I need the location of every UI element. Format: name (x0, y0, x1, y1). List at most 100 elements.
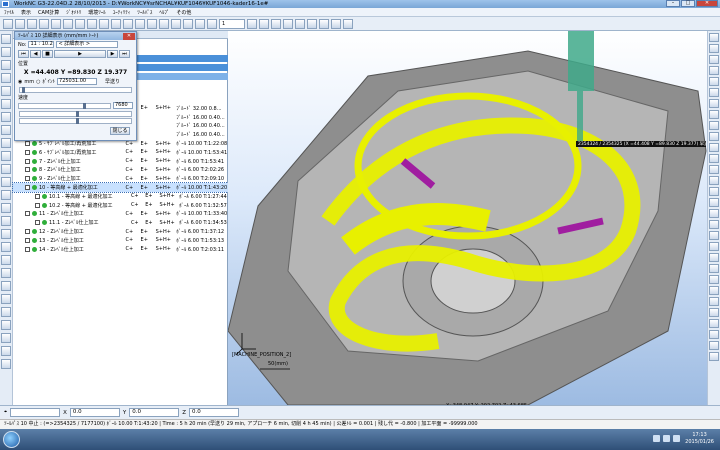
left-tool-icon[interactable] (1, 34, 11, 44)
toolbar-button-icon[interactable] (123, 18, 133, 29)
left-tool-icon[interactable] (1, 294, 11, 304)
row-checkbox[interactable] (25, 176, 30, 182)
left-tool-icon[interactable] (1, 268, 11, 278)
toolbar-button-icon[interactable] (343, 18, 353, 29)
point-field[interactable]: 725031.00 (57, 78, 98, 85)
range-slider-thumb[interactable] (76, 118, 79, 124)
step-back-button[interactable]: ◀ (30, 50, 41, 58)
toolbar-button-icon[interactable] (27, 18, 37, 29)
speed-field[interactable]: 7680 (113, 102, 133, 109)
progress-slider[interactable] (19, 111, 132, 117)
menu-item[interactable]: ﾍﾙﾌﾟ (159, 9, 169, 16)
right-tool-icon[interactable] (709, 187, 719, 196)
toolbar-button-icon[interactable] (283, 18, 293, 29)
y-field[interactable]: 0.0 (129, 408, 180, 417)
snap-mode-select[interactable] (10, 408, 61, 417)
menu-item[interactable]: CAM計算 (38, 9, 59, 16)
toolbar-button-icon[interactable] (51, 18, 61, 29)
row-checkbox[interactable] (25, 185, 30, 191)
right-tool-icon[interactable] (709, 264, 719, 273)
snap-icon[interactable]: ⌖ (4, 409, 7, 416)
menu-item[interactable]: ﾌｧｲﾙ (4, 9, 14, 16)
x-field[interactable]: 0.0 (69, 408, 120, 417)
point-radio-icon[interactable]: ○ (36, 79, 40, 85)
toolbar-button-icon[interactable] (183, 18, 193, 29)
toolbar-button-icon[interactable] (99, 18, 109, 29)
right-tool-icon[interactable] (709, 308, 719, 317)
go-start-button[interactable]: ⏮ (18, 50, 29, 58)
toolbar-button-icon[interactable] (135, 18, 145, 29)
right-tool-icon[interactable] (709, 275, 719, 284)
toolbar-button-icon[interactable] (75, 18, 85, 29)
toolbar-button-icon[interactable] (87, 18, 97, 29)
right-tool-icon[interactable] (709, 66, 719, 75)
row-checkbox[interactable] (25, 141, 30, 147)
toolbar-button-icon[interactable] (63, 18, 73, 29)
toolpath-row[interactable]: 10 - 等高線 + 最適化加工 C+ E+ S+H+ ﾎﾞｰﾙ 10.00 T:1:4… (12, 182, 229, 193)
left-tool-icon[interactable] (1, 281, 11, 291)
right-tool-icon[interactable] (709, 242, 719, 251)
volume-icon[interactable] (673, 435, 680, 442)
right-tool-icon[interactable] (709, 121, 719, 130)
toolbar-button-icon[interactable] (3, 18, 13, 29)
toolbar-button-icon[interactable] (39, 18, 49, 29)
left-tool-icon[interactable] (1, 125, 11, 135)
row-checkbox[interactable] (35, 193, 40, 199)
toolpath-row[interactable]: 10.2 - 等高線 + 最適化加工 C+ E+ S+H+ ﾎﾞｰﾙ 6.00 T:1:… (13, 201, 228, 210)
toolpath-number-field[interactable]: 11 : 10.2 (28, 41, 55, 48)
left-tool-icon[interactable] (1, 307, 11, 317)
toolbar-button-icon[interactable] (171, 18, 181, 29)
position-slider-thumb[interactable] (22, 87, 25, 93)
left-tool-icon[interactable] (1, 60, 11, 70)
right-tool-icon[interactable] (709, 88, 719, 97)
toolpath-row[interactable]: 11.1 - Zﾚﾍﾞﾙ仕上加工 C+ E+ S+H+ ﾎﾞｰﾙ 6.00 T:1:34… (13, 218, 228, 227)
right-tool-icon[interactable] (709, 132, 719, 141)
menu-item[interactable]: ｼﾞｵﾒﾄﾘ (66, 9, 81, 16)
close-button[interactable]: ✕ (696, 0, 718, 7)
row-checkbox[interactable] (25, 149, 30, 155)
progress-slider-thumb[interactable] (76, 111, 79, 117)
left-tool-icon[interactable] (1, 47, 11, 57)
toolbar-button-icon[interactable] (195, 18, 205, 29)
row-checkbox[interactable] (25, 167, 30, 173)
toolbar-button-icon[interactable] (331, 18, 341, 29)
toolpath-row[interactable]: 7 - Zﾚﾍﾞﾙ仕上加工 C+ E+ S+H+ ﾎﾞｰﾙ 6.00 T:1:53:41 (13, 157, 228, 166)
left-tool-icon[interactable] (1, 138, 11, 148)
right-tool-icon[interactable] (709, 220, 719, 229)
left-tool-icon[interactable] (1, 216, 11, 226)
z-field[interactable]: 0.0 (189, 408, 240, 417)
play-button[interactable]: ▶ (54, 50, 106, 58)
toolbar-button-icon[interactable] (147, 18, 157, 29)
row-checkbox[interactable] (25, 211, 30, 217)
toolpath-row[interactable]: 12 - Zﾚﾍﾞﾙ仕上加工 C+ E+ S+H+ ﾎﾞｰﾙ 6.00 T:1:37:1… (13, 227, 228, 236)
row-checkbox[interactable] (35, 220, 40, 226)
right-tool-icon[interactable] (709, 209, 719, 218)
left-tool-icon[interactable] (1, 346, 11, 356)
right-tool-icon[interactable] (709, 297, 719, 306)
start-button[interactable] (3, 431, 20, 448)
speed-slider-thumb[interactable] (83, 102, 86, 109)
left-tool-icon[interactable] (1, 112, 11, 122)
right-tool-icon[interactable] (709, 198, 719, 207)
network-icon[interactable] (663, 435, 670, 442)
toolbar-button-icon[interactable] (295, 18, 305, 29)
dialog-close-icon[interactable]: ✕ (123, 32, 135, 40)
maximize-button[interactable]: □ (681, 0, 695, 7)
right-tool-icon[interactable] (709, 55, 719, 64)
right-tool-icon[interactable] (709, 231, 719, 240)
position-slider[interactable] (19, 87, 132, 93)
menu-item[interactable]: ﾕｰﾃｨﾘﾃｨ (113, 9, 131, 16)
step-forward-button[interactable]: ▶ (107, 50, 118, 58)
right-tool-icon[interactable] (709, 341, 719, 350)
menu-item[interactable]: ﾂｰﾙﾊﾟｽ (137, 9, 152, 16)
menu-item[interactable]: 環境ﾂｰﾙ (88, 9, 106, 16)
toolpath-row[interactable]: 8 - Zﾚﾍﾞﾙ仕上加工 C+ E+ S+H+ ﾎﾞｰﾙ 6.00 T:2:02:26 (13, 166, 228, 175)
toolbar-button-icon[interactable] (259, 18, 269, 29)
speed-slider[interactable] (18, 102, 111, 109)
toolbar-button-icon[interactable] (307, 18, 317, 29)
row-checkbox[interactable] (25, 246, 30, 252)
right-tool-icon[interactable] (709, 253, 719, 262)
row-checkbox[interactable] (35, 202, 40, 208)
right-tool-icon[interactable] (709, 143, 719, 152)
stop-button[interactable]: ■ (42, 50, 53, 58)
